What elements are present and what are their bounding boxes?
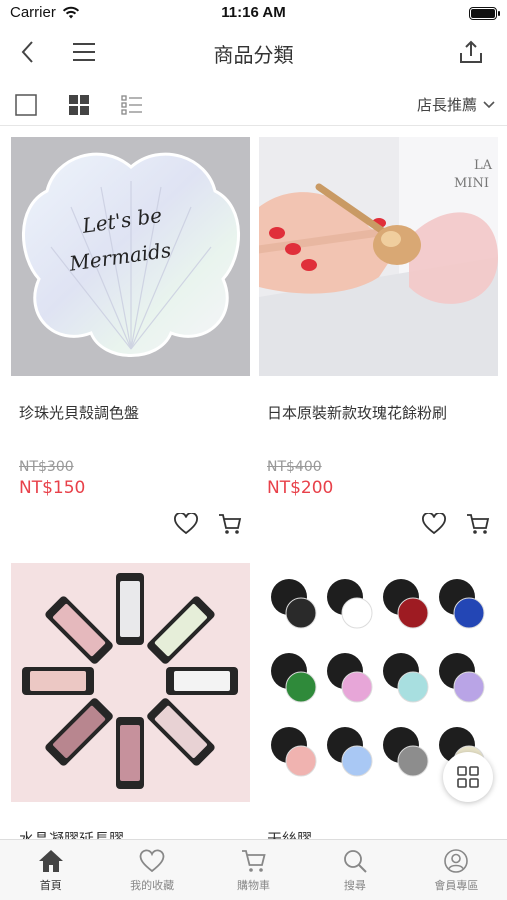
- cart-icon: [241, 850, 266, 872]
- product-card[interactable]: Let's be Mermaids 珍珠光貝殼調色盤 NT$300 NT$150: [11, 137, 250, 535]
- page-title: 商品分類: [213, 43, 294, 67]
- product-card[interactable]: 水晶凝膠延長膠: [11, 563, 250, 848]
- list-view-button[interactable]: [119, 92, 145, 118]
- jar-gel: [285, 597, 317, 629]
- cart-icon: [219, 514, 242, 534]
- bottom-tab-bar: 首頁 我的收藏 購物車 搜尋 會員專區: [0, 839, 507, 900]
- single-view-button[interactable]: [13, 92, 39, 118]
- jar-gel: [397, 597, 429, 629]
- home-icon: [38, 850, 63, 872]
- jar-gel: [453, 671, 485, 703]
- floating-grid-button[interactable]: [443, 752, 493, 802]
- search-icon: [344, 850, 367, 873]
- share-button[interactable]: [455, 36, 487, 68]
- sale-price: NT$150: [19, 478, 86, 498]
- single-view-icon: [15, 94, 37, 116]
- card-actions: [174, 513, 242, 535]
- original-price: NT$300: [19, 459, 74, 475]
- jar-gel: [285, 745, 317, 777]
- product-image[interactable]: LA MINI: [259, 137, 498, 376]
- tab-cart[interactable]: 購物車: [203, 840, 304, 900]
- heart-icon: [422, 513, 446, 535]
- add-to-cart-button[interactable]: [218, 513, 242, 535]
- heart-icon: [139, 849, 165, 873]
- list-view-icon: [121, 95, 142, 115]
- jar-gel: [285, 671, 317, 703]
- heart-icon: [174, 513, 198, 535]
- jar-gel: [397, 745, 429, 777]
- tab-home[interactable]: 首頁: [0, 840, 101, 900]
- sort-dropdown[interactable]: 店長推薦: [417, 94, 495, 115]
- rose-brush-illustration: LA MINI: [259, 137, 498, 376]
- sale-price: NT$200: [267, 478, 334, 498]
- product-card[interactable]: LA MINI 日本原裝新款玫瑰花餘粉刷 NT$400 NT$200: [259, 137, 498, 535]
- favorite-button[interactable]: [174, 513, 198, 535]
- tab-label: 購物車: [237, 879, 271, 892]
- tab-search[interactable]: 搜尋: [304, 840, 405, 900]
- jar-gel: [397, 671, 429, 703]
- status-time: 11:16 AM: [221, 4, 286, 21]
- grid-icon: [457, 766, 479, 788]
- gel-tubes-illustration: [22, 573, 238, 789]
- grid-view-icon: [69, 95, 89, 115]
- view-toolbar: 店長推薦: [0, 86, 507, 126]
- tab-label: 首頁: [39, 879, 62, 892]
- sort-label: 店長推薦: [416, 96, 477, 114]
- original-price: NT$400: [267, 459, 322, 475]
- shell-palette-illustration: Let's be Mermaids: [22, 152, 240, 357]
- jar-gel: [453, 597, 485, 629]
- product-name[interactable]: 珍珠光貝殼調色盤: [19, 402, 139, 423]
- tab-label: 搜尋: [343, 879, 366, 892]
- tab-member[interactable]: 會員專區: [406, 840, 507, 900]
- card-actions: [422, 513, 490, 535]
- tab-label: 我的收藏: [130, 879, 175, 892]
- chevron-down-icon: [483, 100, 495, 108]
- favorite-button[interactable]: [422, 513, 446, 535]
- battery-icon: [469, 7, 500, 20]
- product-image[interactable]: [11, 563, 250, 802]
- share-icon: [460, 40, 482, 63]
- cart-icon: [467, 514, 490, 534]
- nav-bar: 商品分類: [0, 30, 507, 76]
- image-text: LA: [474, 158, 493, 173]
- user-icon: [444, 849, 469, 873]
- image-text: MINI: [454, 176, 489, 191]
- jar-gel: [341, 597, 373, 629]
- tab-favorites[interactable]: 我的收藏: [101, 840, 202, 900]
- product-image[interactable]: Let's be Mermaids: [11, 137, 250, 376]
- tab-label: 會員專區: [434, 879, 479, 892]
- jar-gel: [341, 745, 373, 777]
- product-name[interactable]: 日本原裝新款玫瑰花餘粉刷: [267, 402, 447, 423]
- grid-view-button[interactable]: [66, 92, 92, 118]
- add-to-cart-button[interactable]: [466, 513, 490, 535]
- jar-gel: [341, 671, 373, 703]
- status-bar: Carrier 11:16 AM: [0, 0, 507, 28]
